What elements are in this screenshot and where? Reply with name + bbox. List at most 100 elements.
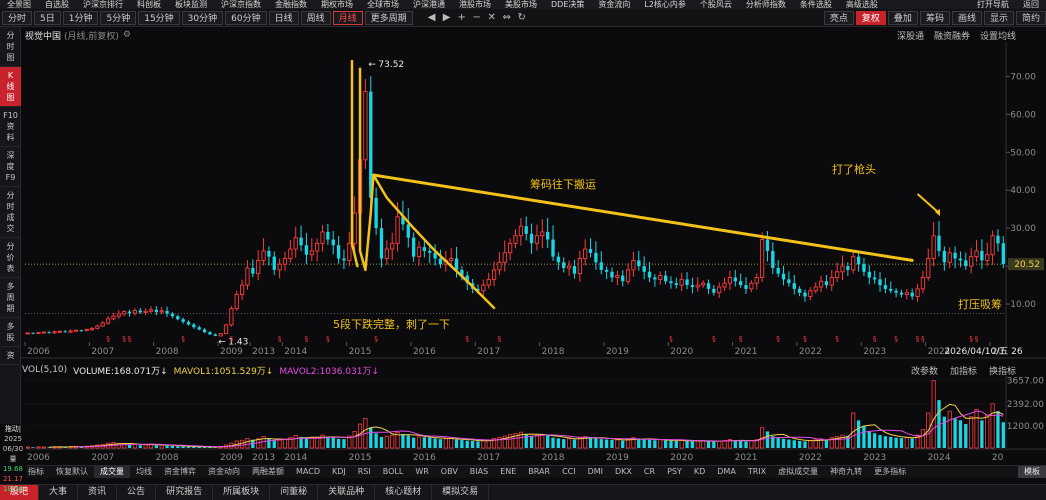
toolbar-control-icon[interactable]: +: [456, 12, 468, 24]
event-marker-icon[interactable]: §: [921, 335, 925, 343]
top-menu-item[interactable]: 全球市场: [360, 0, 406, 9]
top-menu-right-item[interactable]: 打开导航: [970, 0, 1016, 9]
sidebar-item[interactable]: 资: [0, 347, 21, 365]
indicator-tab[interactable]: 均线: [130, 466, 158, 478]
indicator-tab[interactable]: MACD: [290, 466, 326, 478]
event-marker-icon[interactable]: §: [873, 335, 877, 343]
period-tab[interactable]: 1分钟: [62, 10, 99, 25]
event-marker-icon[interactable]: §: [975, 335, 979, 343]
indicator-tab[interactable]: 神奇九转: [824, 466, 868, 478]
bottom-tab[interactable]: 问董秘: [270, 485, 319, 500]
top-menu-right-item[interactable]: 返回: [1016, 0, 1046, 9]
period-tab[interactable]: 日线: [268, 10, 299, 25]
top-menu-item[interactable]: 金融指数: [268, 0, 314, 9]
event-marker-icon[interactable]: §: [739, 335, 743, 343]
event-marker-icon[interactable]: §: [374, 335, 378, 343]
vol-header-link[interactable]: 加指标: [950, 364, 977, 377]
event-marker-icon[interactable]: §: [278, 335, 282, 343]
toolbar-right-button[interactable]: 复权: [855, 10, 886, 25]
event-marker-icon[interactable]: §: [128, 335, 132, 343]
top-menu-item[interactable]: 全景图: [0, 0, 38, 9]
top-menu-item[interactable]: 沪深京指数: [214, 0, 268, 9]
indicator-tab[interactable]: DMI: [582, 466, 609, 478]
toolbar-control-icon[interactable]: −: [471, 12, 483, 24]
top-menu-item[interactable]: 沪深京排行: [76, 0, 130, 9]
volume-chart[interactable]: 1200.00 2392.00 3657.00 2006 2007 2008 2009 201…: [21, 376, 1046, 464]
event-marker-icon[interactable]: §: [669, 335, 673, 343]
event-marker-icon[interactable]: §: [230, 335, 234, 343]
top-menu-item[interactable]: 港股市场: [452, 0, 498, 9]
sidebar-item[interactable]: 分 时 成 交: [0, 187, 21, 238]
bottom-tab[interactable]: 所属板块: [213, 485, 271, 500]
sidebar-item[interactable]: K 线 图: [0, 67, 21, 107]
toolbar-control-icon[interactable]: ↻: [516, 12, 528, 24]
toolbar-control-icon[interactable]: ▶: [441, 12, 453, 24]
bottom-tab[interactable]: 大事: [39, 485, 79, 500]
indicator-tab[interactable]: TRIX: [742, 466, 772, 478]
toolbar-right-button[interactable]: 筹码: [919, 10, 950, 25]
bottom-tab[interactable]: 关联品种: [318, 485, 376, 500]
toolbar-right-button[interactable]: 显示: [983, 10, 1014, 25]
top-menu-item[interactable]: 个股风云: [693, 0, 739, 9]
indicator-tab[interactable]: 资金博弈: [158, 466, 202, 478]
period-tab[interactable]: 30分钟: [181, 10, 224, 25]
sidebar-item[interactable]: 多 周 期: [0, 278, 21, 318]
event-marker-icon[interactable]: §: [466, 335, 470, 343]
event-marker-icon[interactable]: §: [106, 335, 110, 343]
period-tab[interactable]: 15分钟: [138, 10, 180, 25]
toolbar-right-button[interactable]: 叠加: [887, 10, 918, 25]
period-tab[interactable]: 分时: [2, 10, 33, 25]
sidebar-item[interactable]: F10 资 料: [0, 107, 21, 147]
indicator-tab[interactable]: 更多指标: [868, 466, 912, 478]
indicator-tab[interactable]: 模板: [1018, 466, 1046, 478]
indicator-tab[interactable]: ENE: [494, 466, 522, 478]
top-menu-item[interactable]: 高级选股: [839, 0, 885, 9]
sidebar-item[interactable]: 多 股: [0, 318, 21, 347]
top-menu-item[interactable]: L2核心内参: [637, 0, 693, 9]
top-menu-item[interactable]: 美股市场: [498, 0, 544, 9]
toolbar-control-icon[interactable]: ✕: [486, 12, 498, 24]
period-tab[interactable]: 月线: [332, 10, 363, 25]
indicator-tab[interactable]: 两融差额: [246, 466, 290, 478]
event-marker-icon[interactable]: §: [776, 335, 780, 343]
bottom-tab[interactable]: 研究报告: [156, 485, 214, 500]
indicator-tab[interactable]: CR: [638, 466, 661, 478]
top-menu-item[interactable]: 条件选股: [793, 0, 839, 9]
event-marker-icon[interactable]: §: [122, 335, 126, 343]
indicator-tab[interactable]: DMA: [711, 466, 742, 478]
toolbar-control-icon[interactable]: ⇔: [501, 12, 513, 24]
top-menu-item[interactable]: 沪深港通: [406, 0, 452, 9]
indicator-tab[interactable]: BRAR: [522, 466, 556, 478]
header-link[interactable]: 融资融券: [934, 29, 970, 42]
toolbar-right-button[interactable]: 亮点: [823, 10, 854, 25]
sidebar-item[interactable]: 分 时 图: [0, 27, 21, 67]
period-tab[interactable]: 更多周期: [364, 10, 413, 25]
vol-header-link[interactable]: 换指标: [989, 364, 1016, 377]
event-marker-icon[interactable]: §: [498, 335, 502, 343]
top-menu-item[interactable]: 板块监测: [168, 0, 214, 9]
event-marker-icon[interactable]: §: [305, 335, 309, 343]
event-marker-icon[interactable]: §: [712, 335, 716, 343]
vol-header-link[interactable]: 改参数: [911, 364, 938, 377]
indicator-tab[interactable]: KD: [688, 466, 711, 478]
top-menu-item[interactable]: 科创板: [130, 0, 168, 9]
event-marker-icon[interactable]: §: [803, 335, 807, 343]
indicator-tab[interactable]: DKX: [609, 466, 638, 478]
toolbar-right-button[interactable]: 简约: [1015, 10, 1046, 25]
period-tab[interactable]: 60分钟: [225, 10, 267, 25]
indicator-tab[interactable]: WR: [409, 466, 434, 478]
event-marker-icon[interactable]: §: [326, 335, 330, 343]
period-tab[interactable]: 周线: [300, 10, 331, 25]
event-marker-icon[interactable]: §: [894, 335, 898, 343]
indicator-tab[interactable]: 恢复默认: [50, 466, 94, 478]
indicator-tab[interactable]: 资金动向: [202, 466, 246, 478]
indicator-tab[interactable]: 虚拟成交量: [772, 466, 824, 478]
candlestick-chart[interactable]: 10.0020.0030.0040.0050.0060.0070.0020.52…: [21, 42, 1046, 362]
event-marker-icon[interactable]: §: [969, 335, 973, 343]
indicator-tab[interactable]: OBV: [435, 466, 464, 478]
header-link[interactable]: 深股通: [897, 29, 924, 42]
indicator-tab[interactable]: 成交量: [94, 466, 130, 478]
bottom-tab[interactable]: 公告: [117, 485, 157, 500]
header-link[interactable]: 设置均线: [980, 29, 1016, 42]
indicator-tab[interactable]: CCI: [556, 466, 582, 478]
